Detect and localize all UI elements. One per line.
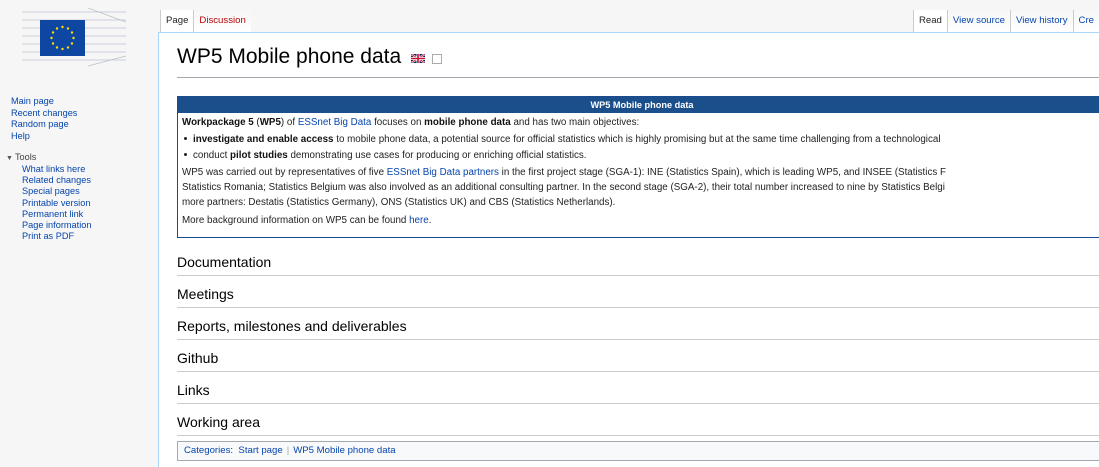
tools-toggle[interactable]: ▼ Tools — [6, 152, 36, 162]
namespace-tabs: Page Discussion — [160, 10, 251, 32]
tool-page-information[interactable]: Page information — [22, 220, 91, 231]
more-post: . — [428, 215, 432, 226]
infobox-intro: Workpackage 5 (WP5) of ESSnet Big Data f… — [182, 117, 639, 128]
categories-label[interactable]: Categories — [184, 445, 230, 456]
uk-flag-icon[interactable] — [410, 54, 425, 64]
category-separator: | — [286, 445, 290, 456]
intro-mobile-bold: mobile phone data — [424, 117, 511, 128]
partners-line-2: Statistics Romania; Statistics Belgium w… — [182, 182, 945, 193]
partners-line-3: more partners: Destatis (Statistics Germ… — [182, 197, 616, 208]
para1-pre: WP5 was carried out by representatives o… — [182, 167, 387, 178]
section-working-area: Working area — [177, 413, 1099, 436]
category-start-page[interactable]: Start page — [238, 445, 282, 456]
tools-label: Tools — [14, 152, 37, 162]
tab-discussion[interactable]: Discussion — [193, 10, 251, 32]
categories-colon: : — [230, 445, 234, 456]
para1-post: in the first project stage (SGA-1): INE … — [498, 167, 946, 178]
tab-view-history[interactable]: View history — [1009, 10, 1073, 32]
tab-view-source[interactable]: View source — [946, 10, 1010, 32]
tool-permanent-link[interactable]: Permanent link — [22, 209, 91, 220]
nav-help[interactable]: Help — [11, 131, 77, 143]
section-meetings: Meetings — [177, 285, 1099, 308]
section-github: Github — [177, 349, 1099, 372]
essnet-link[interactable]: ESSnet Big Data — [298, 117, 372, 128]
tab-page[interactable]: Page — [160, 10, 194, 32]
bullet2-pre: conduct — [193, 150, 231, 161]
objective-bullet-1: investigate and enable access to mobile … — [182, 134, 941, 145]
bullet-icon — [184, 152, 187, 156]
intro-end: and has two main objectives: — [510, 117, 640, 128]
more-info-line: More background information on WP5 can b… — [182, 215, 431, 226]
bullet2-rest: demonstrating use cases for producing or… — [287, 150, 587, 161]
sidebar: Main page Recent changes Random page Hel… — [0, 0, 158, 467]
tool-special-pages[interactable]: Special pages — [22, 186, 91, 197]
section-reports: Reports, milestones and deliverables — [177, 317, 1099, 340]
intro-mid2: focuses on — [371, 117, 425, 128]
bullet2-bold: pilot studies — [230, 150, 288, 161]
triangle-down-icon: ▼ — [6, 155, 13, 162]
section-documentation: Documentation — [177, 253, 1099, 276]
here-link[interactable]: here — [409, 215, 429, 226]
objective-bullet-2: conduct pilot studies demonstrating use … — [182, 150, 587, 161]
nav-random-page[interactable]: Random page — [11, 119, 77, 131]
tool-what-links-here[interactable]: What links here — [22, 164, 91, 175]
nav-recent-changes[interactable]: Recent changes — [11, 108, 77, 120]
tool-print-as-pdf[interactable]: Print as PDF — [22, 231, 91, 242]
partners-line-1: WP5 was carried out by representatives o… — [182, 167, 946, 178]
infobox-header: WP5 Mobile phone data — [178, 97, 1099, 113]
eu-logo[interactable] — [18, 8, 130, 70]
content-area: WP5 Mobile phone data WP5 Mobile phone d… — [158, 32, 1099, 467]
tool-related-changes[interactable]: Related changes — [22, 175, 91, 186]
intro-wp-abbr: WP5 — [259, 117, 281, 128]
intro-wp-bold: Workpackage 5 — [182, 117, 254, 128]
category-links: Categories: Start page | WP5 Mobile phone … — [177, 441, 1099, 461]
category-wp5-mobile-phone-data[interactable]: WP5 Mobile phone data — [293, 445, 395, 456]
tool-printable-version[interactable]: Printable version — [22, 198, 91, 209]
bullet1-rest: to mobile phone data, a potential source… — [333, 134, 941, 145]
tab-read[interactable]: Read — [912, 10, 947, 32]
section-links: Links — [177, 381, 1099, 404]
page-heading: WP5 Mobile phone data — [177, 43, 1099, 78]
bullet1-bold: investigate and enable access — [193, 134, 334, 145]
language-box-icon[interactable] — [432, 53, 443, 64]
intro-mid1: ) of — [280, 117, 298, 128]
essnet-partners-link[interactable]: ESSnet Big Data partners — [387, 167, 499, 178]
navigation-list: Main page Recent changes Random page Hel… — [11, 96, 77, 142]
infobox: WP5 Mobile phone data Workpackage 5 (WP5… — [177, 96, 1099, 238]
page-title: WP5 Mobile phone data — [177, 45, 402, 68]
nav-main-page[interactable]: Main page — [11, 96, 77, 108]
tools-list: What links here Related changes Special … — [22, 164, 91, 242]
more-pre: More background information on WP5 can b… — [182, 215, 410, 226]
tab-more[interactable]: Cre — [1072, 10, 1099, 32]
bullet-icon — [184, 136, 187, 140]
view-tabs: Read View source View history Cre — [912, 10, 1099, 32]
